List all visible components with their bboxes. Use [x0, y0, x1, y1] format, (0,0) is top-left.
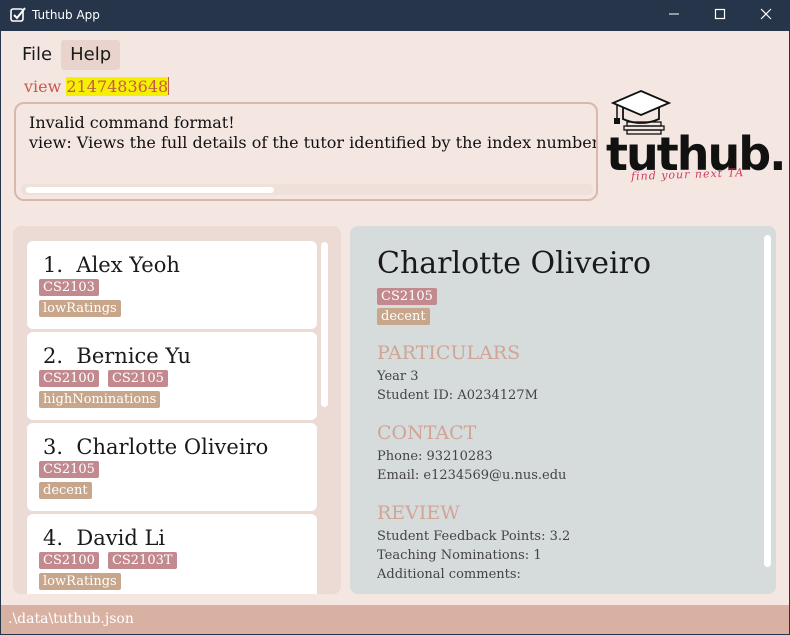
- minimize-icon: [668, 8, 680, 23]
- tutor-name-text: Alex Yeoh: [76, 253, 180, 277]
- text-caret: [168, 77, 170, 95]
- close-icon: [760, 8, 772, 23]
- email-text: Email: e1234569@u.nus.edu: [377, 468, 567, 483]
- detail-scrollbar[interactable]: [764, 235, 771, 567]
- module-tag: CS2100: [39, 370, 99, 387]
- tutor-name-text: David Li: [76, 526, 166, 550]
- phone-text: Phone: 93210283: [377, 449, 493, 464]
- module-tag: CS2105: [39, 461, 99, 478]
- tutor-card[interactable]: 4. David Li CS2100 CS2103T lowRatings: [27, 514, 317, 594]
- detail-rating-tags: decent: [377, 308, 430, 325]
- menu-help[interactable]: Help: [61, 40, 121, 70]
- rating-tag: decent: [39, 482, 92, 499]
- result-display[interactable]: Invalid command format! view: Views the …: [14, 102, 598, 201]
- app-window: File Help view 2147483648 Invalid comman…: [1, 31, 789, 634]
- scrollbar-thumb[interactable]: [26, 187, 274, 193]
- tutor-index: 4.: [43, 526, 64, 550]
- rating-tags: decent: [39, 482, 92, 499]
- tutor-name: 2. Bernice Yu: [43, 344, 191, 368]
- window-title: Tuthub App: [32, 8, 100, 22]
- module-tags: CS2103: [39, 279, 99, 296]
- module-tag: CS2105: [107, 370, 168, 387]
- maximize-button[interactable]: [697, 0, 743, 31]
- rating-tag: highNominations: [39, 391, 161, 408]
- tutor-index: 2.: [43, 344, 64, 368]
- nominations-text: Teaching Nominations: 1: [377, 548, 542, 563]
- tutor-name: 4. David Li: [43, 526, 165, 550]
- detail-name: Charlotte Oliveiro: [377, 246, 652, 281]
- tutor-index: 3.: [43, 435, 64, 459]
- tutor-list[interactable]: 1. Alex Yeoh CS2103 lowRatings 2. Bernic…: [13, 226, 341, 594]
- feedback-points-text: Student Feedback Points: 3.2: [377, 529, 571, 544]
- module-tags: CS2105: [39, 461, 99, 478]
- result-line-2: view: Views the full details of the tuto…: [29, 133, 598, 152]
- save-file-path: .\data\tuthub.json: [8, 611, 134, 627]
- tutor-name-text: Charlotte Oliveiro: [76, 435, 269, 459]
- maximize-icon: [714, 8, 726, 23]
- module-tags: CS2100 CS2105: [39, 370, 168, 387]
- module-tags: CS2100 CS2103T: [39, 552, 177, 569]
- command-selected-text: 2147483648: [66, 77, 169, 96]
- particulars-heading: PARTICULARS: [377, 342, 521, 364]
- title-bar: Tuthub App: [0, 0, 790, 31]
- rating-tags: lowRatings: [39, 300, 121, 317]
- review-heading: REVIEW: [377, 502, 460, 524]
- menu-file[interactable]: File: [13, 40, 61, 70]
- module-tag: CS2100: [39, 552, 99, 569]
- close-button[interactable]: [743, 0, 789, 31]
- tutor-name: 3. Charlotte Oliveiro: [43, 435, 268, 459]
- rating-tags: lowRatings: [39, 573, 121, 590]
- rating-tags: highNominations: [39, 391, 161, 408]
- command-input[interactable]: view 2147483648: [15, 73, 597, 101]
- module-tag: CS2103T: [107, 552, 177, 569]
- tutor-index: 1.: [43, 253, 64, 277]
- result-line-1: Invalid command format!: [29, 113, 235, 132]
- module-tag: CS2105: [377, 288, 437, 305]
- check-icon: [9, 6, 27, 24]
- tutor-card[interactable]: 3. Charlotte Oliveiro CS2105 decent: [27, 423, 317, 511]
- tutor-detail-panel: Charlotte Oliveiro CS2105 decent PARTICU…: [350, 226, 776, 594]
- detail-module-tags: CS2105: [377, 288, 437, 305]
- tuthub-logo: tuthub. find your next TA: [605, 89, 787, 199]
- comments-text: Additional comments:: [377, 567, 521, 582]
- menu-bar: File Help: [13, 40, 121, 70]
- rating-tag: lowRatings: [39, 573, 121, 590]
- command-prefix: view: [24, 77, 67, 96]
- status-bar: .\data\tuthub.json: [1, 605, 789, 634]
- rating-tag: lowRatings: [39, 300, 121, 317]
- tutor-card[interactable]: 1. Alex Yeoh CS2103 lowRatings: [27, 241, 317, 329]
- horizontal-scrollbar[interactable]: [21, 184, 593, 195]
- minimize-button[interactable]: [651, 0, 697, 31]
- tutor-name-text: Bernice Yu: [76, 344, 191, 368]
- contact-heading: CONTACT: [377, 422, 477, 444]
- module-tag: CS2103: [39, 279, 99, 296]
- tutor-name: 1. Alex Yeoh: [43, 253, 180, 277]
- rating-tag: decent: [377, 308, 430, 325]
- list-scrollbar[interactable]: [321, 242, 328, 407]
- result-text: Invalid command format! view: Views the …: [29, 113, 598, 153]
- student-id-text: Student ID: A0234127M: [377, 388, 538, 403]
- tutor-card[interactable]: 2. Bernice Yu CS2100 CS2105 highNominati…: [27, 332, 317, 420]
- year-text: Year 3: [377, 369, 419, 384]
